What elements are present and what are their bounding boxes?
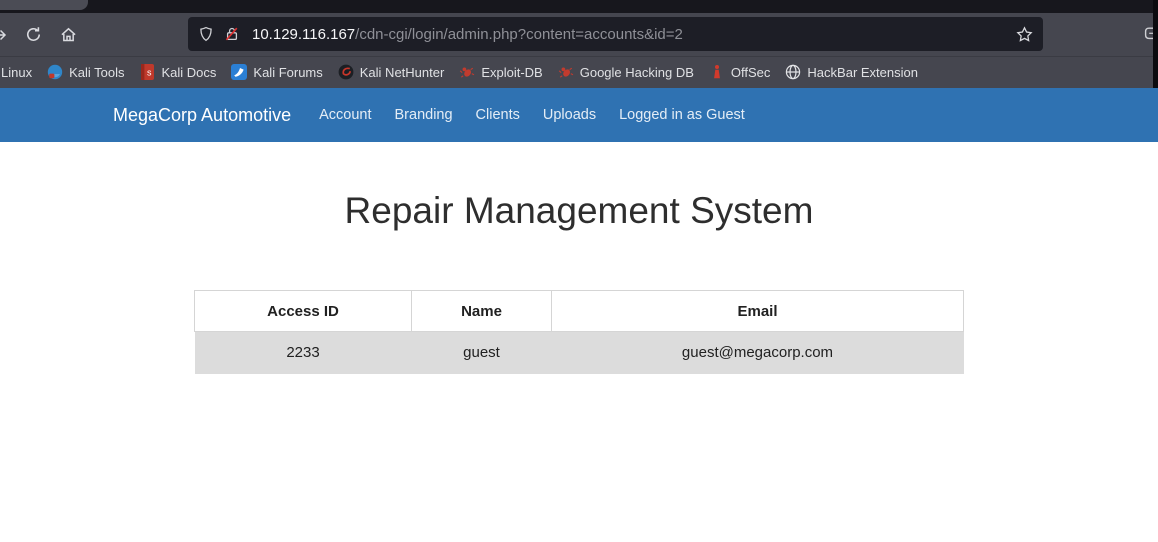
bookmark-label: Kali Forums: [253, 65, 322, 80]
bookmark-offsec[interactable]: OffSec: [709, 64, 771, 80]
page-title: Repair Management System: [113, 190, 1045, 232]
forward-icon[interactable]: [0, 23, 12, 47]
bookmark-label: Kali NetHunter: [360, 65, 445, 80]
bookmark-kali-forums[interactable]: Kali Forums: [231, 64, 322, 80]
accounts-table: Access ID Name Email 2233 guest guest@me…: [194, 290, 964, 374]
bookmark-star-icon[interactable]: [1016, 26, 1033, 43]
column-header-name: Name: [412, 291, 552, 332]
browser-chrome: 10.129.116.167/cdn-cgi/login/admin.php?c…: [0, 0, 1158, 88]
window-edge: [1153, 0, 1158, 88]
table-row: 2233 guest guest@megacorp.com: [195, 332, 964, 374]
column-header-email: Email: [552, 291, 964, 332]
home-icon[interactable]: [56, 22, 80, 46]
bookmark-kali-tools[interactable]: Kali Tools: [47, 64, 124, 80]
bookmark-kali-docs[interactable]: s Kali Docs: [139, 64, 216, 80]
kali-tools-icon: [47, 64, 63, 80]
url-host: 10.129.116.167: [252, 26, 355, 43]
bookmark-linux[interactable]: Linux: [1, 65, 32, 80]
url-text[interactable]: 10.129.116.167/cdn-cgi/login/admin.php?c…: [252, 26, 1008, 43]
kali-forums-icon: [231, 64, 247, 80]
insecure-lock-icon[interactable]: [224, 26, 240, 42]
kali-docs-icon: s: [139, 64, 155, 80]
bookmark-google-hacking-db[interactable]: Google Hacking DB: [558, 64, 694, 80]
bookmark-exploit-db[interactable]: Exploit-DB: [459, 64, 542, 80]
bookmark-kali-nethunter[interactable]: Kali NetHunter: [338, 64, 445, 80]
svg-text:s: s: [147, 68, 152, 78]
url-path: /cdn-cgi/login/admin.php?content=account…: [355, 26, 683, 43]
nav-link-account[interactable]: Account: [319, 107, 371, 123]
nav-link-uploads[interactable]: Uploads: [543, 107, 596, 123]
bookmark-label: OffSec: [731, 65, 771, 80]
reload-icon[interactable]: [21, 22, 45, 46]
bookmark-label: Kali Tools: [69, 65, 124, 80]
bookmark-label: Linux: [1, 65, 32, 80]
site-navbar: MegaCorp Automotive Account Branding Cli…: [0, 88, 1158, 142]
bookmarks-bar: Linux Kali Tools s Kali Docs: [0, 56, 1158, 88]
table-header-row: Access ID Name Email: [195, 291, 964, 332]
active-tab[interactable]: [0, 0, 88, 10]
globe-icon: [785, 64, 801, 80]
browser-toolbar: 10.129.116.167/cdn-cgi/login/admin.php?c…: [0, 13, 1158, 56]
cell-name: guest: [412, 332, 552, 374]
navbar-brand[interactable]: MegaCorp Automotive: [113, 105, 291, 126]
cell-email: guest@megacorp.com: [552, 332, 964, 374]
bookmark-label: HackBar Extension: [807, 65, 918, 80]
tab-bar: [0, 0, 1158, 13]
bookmark-hackbar[interactable]: HackBar Extension: [785, 64, 918, 80]
url-bar[interactable]: 10.129.116.167/cdn-cgi/login/admin.php?c…: [188, 17, 1043, 51]
bug-icon: [558, 64, 574, 80]
offsec-icon: [709, 64, 725, 80]
nav-link-branding[interactable]: Branding: [395, 107, 453, 123]
bookmark-label: Google Hacking DB: [580, 65, 694, 80]
cell-access-id: 2233: [195, 332, 412, 374]
tracking-protection-shield-icon[interactable]: [198, 26, 214, 42]
bookmark-label: Kali Docs: [161, 65, 216, 80]
kali-nethunter-icon: [338, 64, 354, 80]
bug-icon: [459, 64, 475, 80]
nav-link-logged-in-as-guest[interactable]: Logged in as Guest: [619, 107, 745, 123]
column-header-access-id: Access ID: [195, 291, 412, 332]
page-content: Repair Management System Access ID Name …: [113, 190, 1045, 374]
bookmark-label: Exploit-DB: [481, 65, 542, 80]
nav-link-clients[interactable]: Clients: [476, 107, 520, 123]
